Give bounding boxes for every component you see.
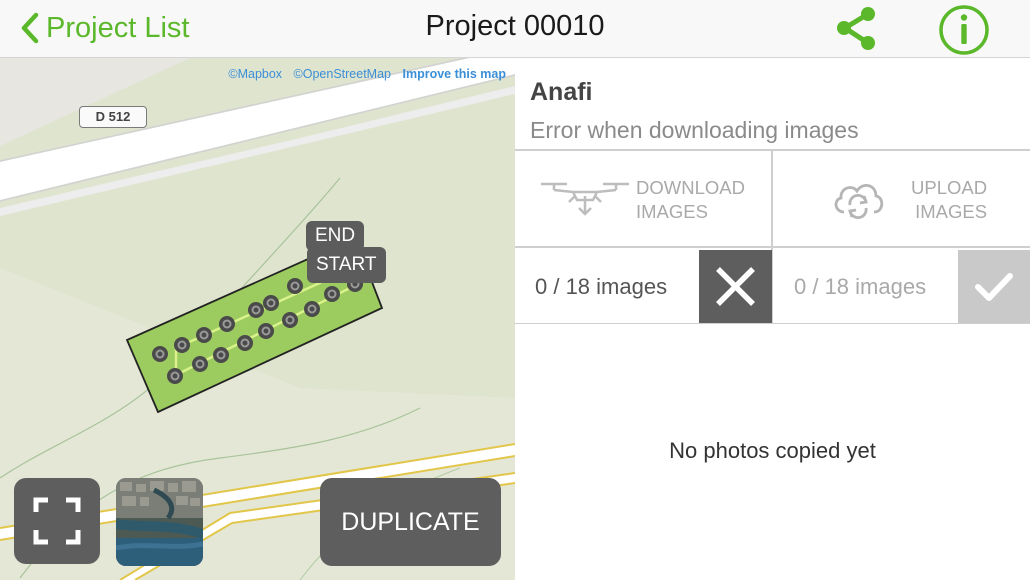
mapbox-attribution-link[interactable]: ©Mapbox — [228, 67, 282, 81]
back-button[interactable]: Project List — [20, 8, 189, 48]
map-attribution: ©Mapbox ©OpenStreetMap Improve this map — [220, 67, 506, 81]
project-panel: Anafi Error when downloading images DOWN… — [515, 58, 1030, 580]
improve-map-link[interactable]: Improve this map — [403, 67, 507, 81]
upload-images-button[interactable]: UPLOAD IMAGES — [772, 150, 1030, 246]
satellite-layer-icon — [116, 478, 203, 566]
download-images-button[interactable]: DOWNLOAD IMAGES — [515, 150, 771, 246]
drone-download-icon — [541, 182, 629, 216]
check-icon — [975, 273, 1013, 301]
upload-count: 0 / 18 images — [794, 273, 927, 299]
chevron-left-icon — [21, 12, 39, 44]
divider — [515, 323, 1030, 324]
download-count: 0 / 18 images — [535, 273, 668, 299]
back-button-label: Project List — [46, 11, 190, 44]
satellite-layer-button[interactable] — [116, 478, 203, 566]
info-icon — [939, 5, 989, 55]
start-marker: START — [307, 247, 386, 283]
duplicate-button[interactable]: DUPLICATE — [320, 478, 501, 566]
cancel-download-button[interactable] — [699, 250, 772, 323]
share-icon — [837, 7, 875, 50]
share-button[interactable] — [833, 5, 881, 53]
drone-name: Anafi — [530, 78, 593, 106]
fullscreen-button[interactable] — [14, 478, 100, 564]
cloud-sync-icon — [834, 184, 884, 220]
confirm-upload-button[interactable] — [958, 250, 1030, 323]
road-label: D 512 — [79, 106, 147, 128]
navigation-bar: Project List Project 00010 — [0, 0, 1030, 58]
osm-attribution-link[interactable]: ©OpenStreetMap — [294, 67, 391, 81]
close-icon — [716, 267, 755, 306]
fullscreen-icon — [33, 497, 81, 545]
download-label: DOWNLOAD IMAGES — [636, 177, 745, 222]
empty-state-message: No photos copied yet — [669, 438, 876, 463]
map-view[interactable]: ©Mapbox ©OpenStreetMap Improve this map … — [0, 58, 515, 580]
info-button[interactable] — [938, 4, 990, 56]
status-message: Error when downloading images — [530, 117, 859, 143]
upload-label: UPLOAD IMAGES — [911, 177, 988, 222]
